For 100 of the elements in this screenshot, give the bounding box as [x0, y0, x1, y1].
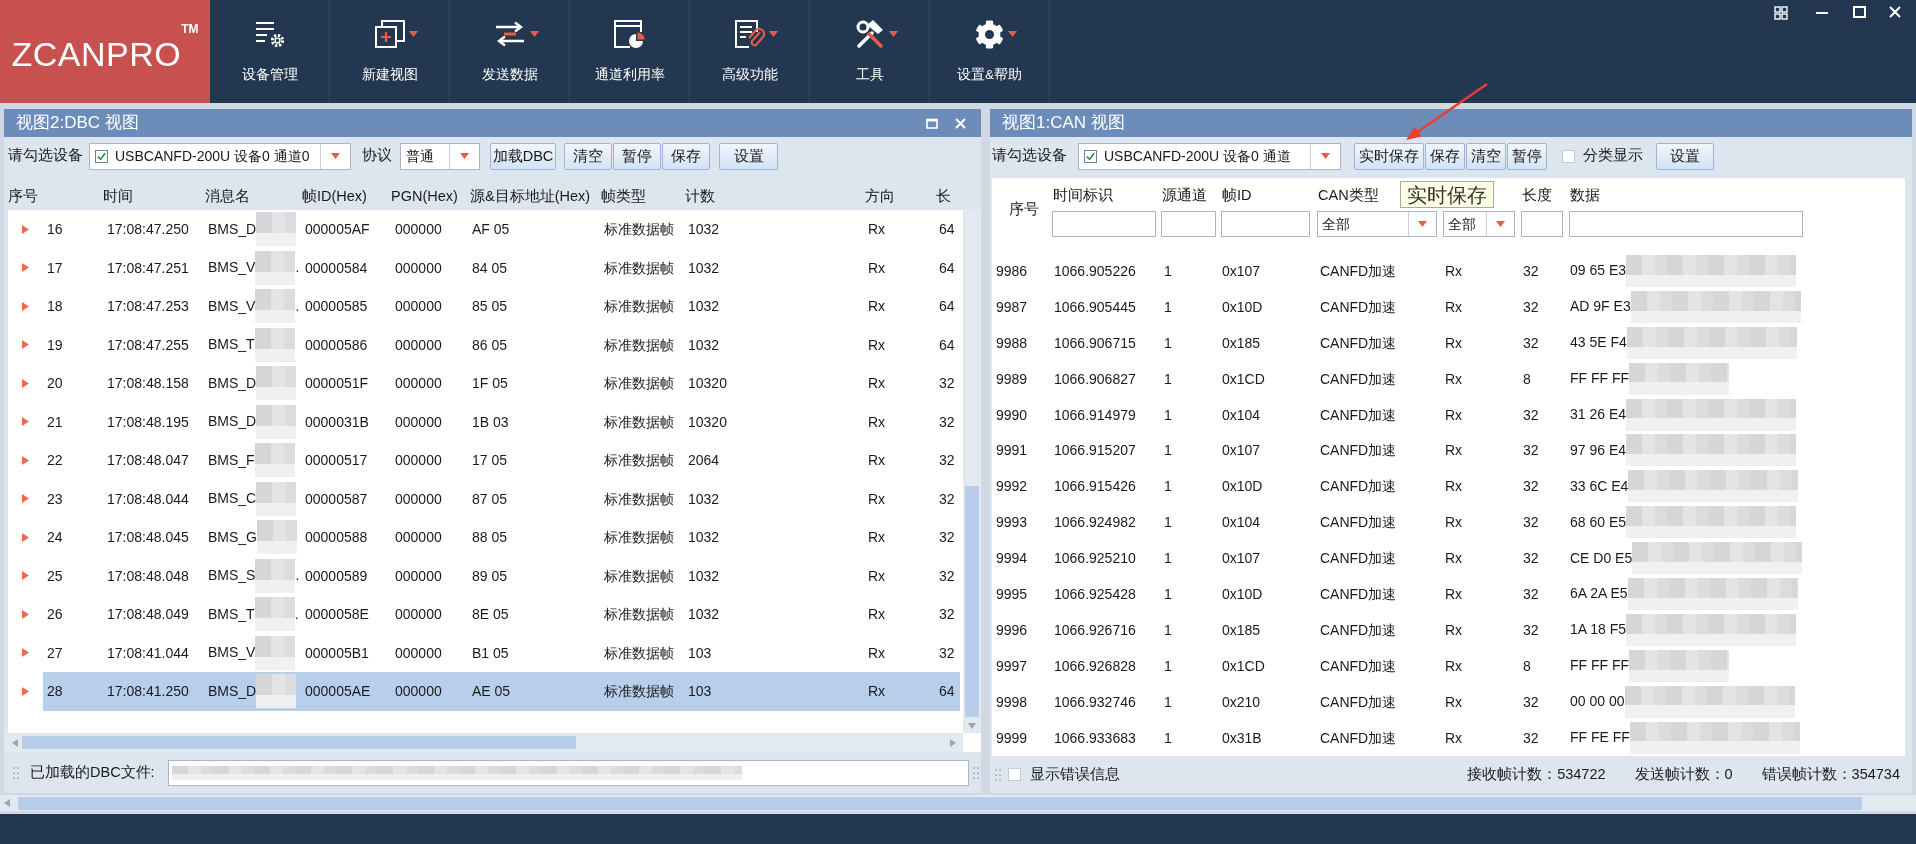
scroll-arrow-icon[interactable] [968, 723, 976, 729]
column-header[interactable]: 方向 [865, 187, 895, 204]
table-cell: 32 [1523, 585, 1539, 602]
column-header[interactable]: 消息名 [205, 187, 250, 204]
table-cell: 标准数据帧 [604, 452, 674, 469]
table-cell: 17:08:48.049 [107, 606, 189, 623]
filter-field[interactable] [1052, 211, 1156, 237]
toolbar-button[interactable]: 高级功能 [690, 0, 810, 103]
scrollbar-thumb[interactable] [18, 796, 1862, 810]
column-header[interactable]: 时间 [103, 187, 133, 204]
table-cell: 0x107 [1222, 442, 1261, 459]
toolbar-button[interactable]: 清空 [1466, 142, 1506, 170]
toolbar-button[interactable]: 保存 [662, 142, 710, 170]
table-cell-text: . [295, 296, 300, 316]
table-cell: 23 [47, 490, 63, 507]
filter-field[interactable] [1569, 211, 1803, 237]
table-cell: Rx [1445, 585, 1463, 602]
grid-icon[interactable] [1774, 6, 1788, 20]
table-cell-text: BMS_D [208, 681, 257, 701]
table-cell: 标准数据帧 [604, 606, 674, 623]
checkbox[interactable] [1084, 149, 1097, 163]
table-cell: 标准数据帧 [604, 336, 674, 353]
checkbox[interactable] [1008, 768, 1021, 781]
column-header[interactable]: 数据 [1570, 185, 1600, 207]
table-cell: CANFD加速 [1320, 729, 1397, 746]
maximize-icon[interactable] [1853, 6, 1866, 18]
table-cell: 9989 [996, 370, 1028, 387]
toolbar-button[interactable]: 通道利用率 [570, 0, 690, 103]
filter-field[interactable] [1521, 211, 1563, 237]
device-dropdown[interactable]: USBCANFD-200U 设备0 通道 [1078, 142, 1341, 170]
table-cell: 0x185 [1222, 334, 1261, 351]
table-cell: 17 [47, 259, 63, 276]
table-cell: 21 [47, 413, 63, 430]
scrollbar-thumb[interactable] [965, 486, 979, 717]
toolbar-button[interactable]: 暂停 [1507, 142, 1547, 170]
table-cell: 000000 [395, 375, 442, 392]
table-cell: 1 [1164, 729, 1172, 746]
toolbar-button[interactable]: 实时保存 [1354, 142, 1424, 170]
column-header[interactable]: 源通道 [1162, 185, 1207, 207]
scroll-arrow-icon[interactable] [950, 738, 956, 747]
filter-field[interactable] [1221, 211, 1310, 237]
table-cell: 0x104 [1222, 406, 1261, 423]
table-cell: Rx [1445, 729, 1463, 746]
checkbox[interactable] [1562, 149, 1575, 163]
toolbar-button[interactable]: 设置&帮助 [930, 0, 1050, 103]
toolbar-button[interactable]: 保存 [1425, 142, 1465, 170]
table-cell: 1032 [688, 490, 720, 507]
column-header[interactable]: 长度 [1522, 185, 1552, 207]
grip-icon [995, 768, 1001, 781]
panel-title: 视图2:DBC 视图 [16, 112, 139, 134]
protocol-dropdown[interactable]: 普通 [400, 142, 480, 170]
column-header[interactable]: 序号 [8, 187, 38, 204]
table-row[interactable]: 28 17:08:41.250 BMS_D 000005AE 000000 AE 05 标准数据帧 103 Rx 64 [43, 672, 960, 711]
table-cell: 9999 [996, 729, 1028, 746]
device-dropdown[interactable]: USBCANFD-200U 设备0 通道0 [89, 142, 351, 170]
toolbar-button[interactable]: 设备管理 [210, 0, 330, 103]
toolbar-button[interactable]: 加载DBC [490, 142, 556, 170]
column-header[interactable]: PGN(Hex) [391, 187, 458, 204]
table-cell: 00000587 [305, 490, 368, 507]
table-cell: 32 [939, 375, 955, 392]
column-header[interactable]: 帧类型 [601, 187, 646, 204]
table-cell-text: 43 5E F4 [1570, 333, 1627, 353]
row-marker-icon [22, 494, 29, 504]
table-cell: 1032 [688, 298, 720, 315]
scroll-arrow-icon[interactable] [12, 738, 18, 747]
column-header[interactable]: 长 [936, 187, 951, 204]
toolbar-button[interactable]: 设置 [1656, 142, 1714, 170]
toolbar-button[interactable]: 发送数据 [450, 0, 570, 103]
column-header[interactable]: 帧ID [1222, 185, 1252, 207]
checkbox[interactable] [95, 149, 108, 163]
table-cell: 标准数据帧 [604, 644, 674, 661]
table-cell: 1066.915207 [1054, 442, 1136, 459]
column-header[interactable]: 帧ID(Hex) [302, 187, 367, 204]
scrollbar-thumb[interactable] [22, 736, 576, 749]
table-cell: Rx [868, 452, 886, 469]
column-header[interactable]: CAN类型 [1318, 185, 1379, 207]
file-path-field[interactable] [167, 759, 969, 786]
scroll-arrow-icon[interactable] [4, 799, 10, 807]
close-icon[interactable] [1889, 6, 1901, 18]
filter-field[interactable] [1161, 211, 1216, 237]
table-cell: CANFD加速 [1320, 334, 1397, 351]
column-header[interactable]: 序号 [1009, 199, 1039, 221]
table-cell: 0x107 [1222, 550, 1261, 567]
table-cell: 8E 05 [472, 606, 509, 623]
table-cell: 标准数据帧 [604, 490, 674, 507]
toolbar-button[interactable]: 清空 [564, 142, 612, 170]
column-header[interactable]: 源&目标地址(Hex) [470, 187, 591, 204]
column-header[interactable]: 计数 [685, 187, 715, 204]
filter-dropdown[interactable]: 全部 [1443, 211, 1515, 237]
table-cell: 0x107 [1222, 262, 1261, 279]
toolbar-button[interactable]: 工具 [810, 0, 930, 103]
toolbar-button[interactable]: 新建视图 [330, 0, 450, 103]
table-cell: 1 [1164, 621, 1172, 638]
toolbar-button[interactable]: 设置 [719, 142, 778, 170]
status-counter: 错误帧计数：354734 [1761, 764, 1900, 784]
filter-dropdown[interactable]: 全部 [1317, 211, 1437, 237]
toolbar-button[interactable]: 暂停 [613, 142, 661, 170]
column-header[interactable]: 时间标识 [1053, 185, 1113, 207]
table-cell: Rx [868, 375, 886, 392]
table-cell: CANFD加速 [1320, 657, 1397, 674]
